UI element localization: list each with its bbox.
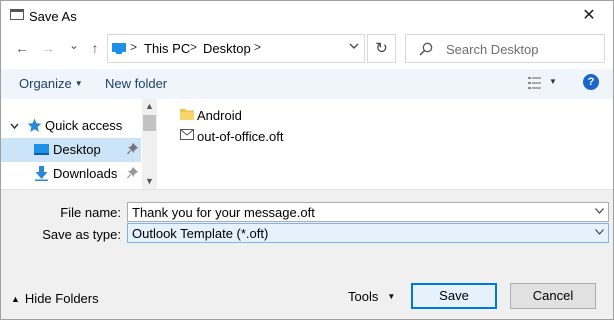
sidebar-item-desktop[interactable]: Desktop <box>1 138 141 162</box>
file-name-label: File name: <box>60 205 121 220</box>
save-as-type-label: Save as type: <box>42 227 121 242</box>
help-button[interactable]: ? <box>583 74 599 90</box>
chevron-down-icon[interactable] <box>595 227 604 237</box>
chevron-down-icon: ⌄ <box>68 38 80 52</box>
file-name: out-of-office.oft <box>197 129 284 144</box>
file-name-field[interactable]: Thank you for your message.oft <box>127 202 609 222</box>
this-pc-icon <box>112 43 126 54</box>
command-toolbar: Organize ▼ New folder ▼ ? <box>1 69 613 99</box>
tools-button[interactable]: Tools ▼ <box>348 289 395 304</box>
star-icon <box>27 118 42 132</box>
back-button[interactable]: ← <box>12 37 32 59</box>
organize-label: Organize <box>19 76 72 91</box>
sidebar-item-label: Desktop <box>53 142 101 157</box>
desktop-icon <box>34 144 49 155</box>
chevron-down-icon[interactable] <box>10 123 19 130</box>
breadcrumb-desktop[interactable]: Desktop <box>203 41 251 56</box>
scroll-up-icon[interactable]: ▲ <box>145 101 154 111</box>
title-bar: Save As ✕ <box>1 1 613 31</box>
sidebar-item-quick-access[interactable]: Quick access <box>1 114 141 138</box>
recent-locations-button[interactable]: ⌄ <box>64 34 84 56</box>
address-dropdown-icon[interactable] <box>349 41 359 54</box>
breadcrumb-separator-icon: > <box>254 40 262 54</box>
hide-folders-button[interactable]: ▲ Hide Folders <box>11 291 99 306</box>
search-box[interactable] <box>405 34 605 63</box>
back-arrow-icon: ← <box>15 40 29 56</box>
forward-arrow-icon: → <box>41 40 55 56</box>
new-folder-button[interactable]: New folder <box>105 76 167 91</box>
close-icon: ✕ <box>582 7 596 24</box>
up-button[interactable]: ↑ <box>85 37 105 59</box>
breadcrumb-this-pc[interactable]: This PC <box>144 41 190 56</box>
sidebar-item-downloads[interactable]: Downloads <box>1 162 141 186</box>
sidebar-item-label: Downloads <box>53 166 118 181</box>
sidebar-item-label: Quick access <box>45 118 123 133</box>
hide-folders-label: Hide Folders <box>24 291 99 306</box>
pin-icon <box>127 167 138 179</box>
view-options-caret-icon[interactable]: ▼ <box>549 77 557 86</box>
forward-button[interactable]: → <box>38 37 58 59</box>
window-title: Save As <box>29 9 77 24</box>
file-name: Android <box>197 108 242 123</box>
save-as-type-select[interactable]: Outlook Template (*.oft) <box>127 223 609 243</box>
folder-icon <box>180 109 194 120</box>
chevron-down-icon[interactable] <box>595 206 604 216</box>
help-icon: ? <box>587 76 595 88</box>
navigation-pane: Quick access Desktop Downloads ▲ ▼ <box>1 99 157 189</box>
search-input[interactable] <box>444 40 599 58</box>
breadcrumb-separator-icon: > <box>190 40 198 54</box>
envelope-icon <box>180 129 194 140</box>
caret-down-icon: ▼ <box>74 79 83 88</box>
caret-down-icon: ▼ <box>387 292 396 301</box>
close-button[interactable]: ✕ <box>573 3 605 29</box>
save-as-dialog: Save As ✕ ← → ⌄ ↑ > This PC > Desktop > … <box>0 0 614 320</box>
save-options-pane: File name: Thank you for your message.of… <box>1 189 613 319</box>
dialog-icon <box>10 9 24 20</box>
cancel-button[interactable]: Cancel <box>510 283 596 309</box>
file-name-value: Thank you for your message.oft <box>132 205 315 220</box>
save-as-type-value: Outlook Template (*.oft) <box>132 226 269 241</box>
tools-label: Tools <box>348 289 379 304</box>
refresh-icon: ↻ <box>375 40 388 57</box>
save-button[interactable]: Save <box>411 283 497 309</box>
pin-icon <box>127 143 138 155</box>
scrollbar-thumb[interactable] <box>143 115 156 131</box>
refresh-button[interactable]: ↻ <box>367 34 396 63</box>
download-icon <box>35 166 48 181</box>
nav-pane-scrollbar[interactable]: ▲ ▼ <box>142 99 157 189</box>
organize-button[interactable]: Organize ▼ <box>19 76 83 91</box>
address-bar[interactable]: > This PC > Desktop > <box>107 34 365 63</box>
search-icon <box>419 42 433 56</box>
file-list: Android out-of-office.oft <box>158 99 613 189</box>
up-arrow-icon: ↑ <box>91 40 99 56</box>
breadcrumb-separator-icon: > <box>130 40 138 54</box>
chevron-up-icon: ▲ <box>11 294 20 304</box>
change-view-icon[interactable] <box>528 76 542 90</box>
scroll-down-icon[interactable]: ▼ <box>145 176 154 186</box>
